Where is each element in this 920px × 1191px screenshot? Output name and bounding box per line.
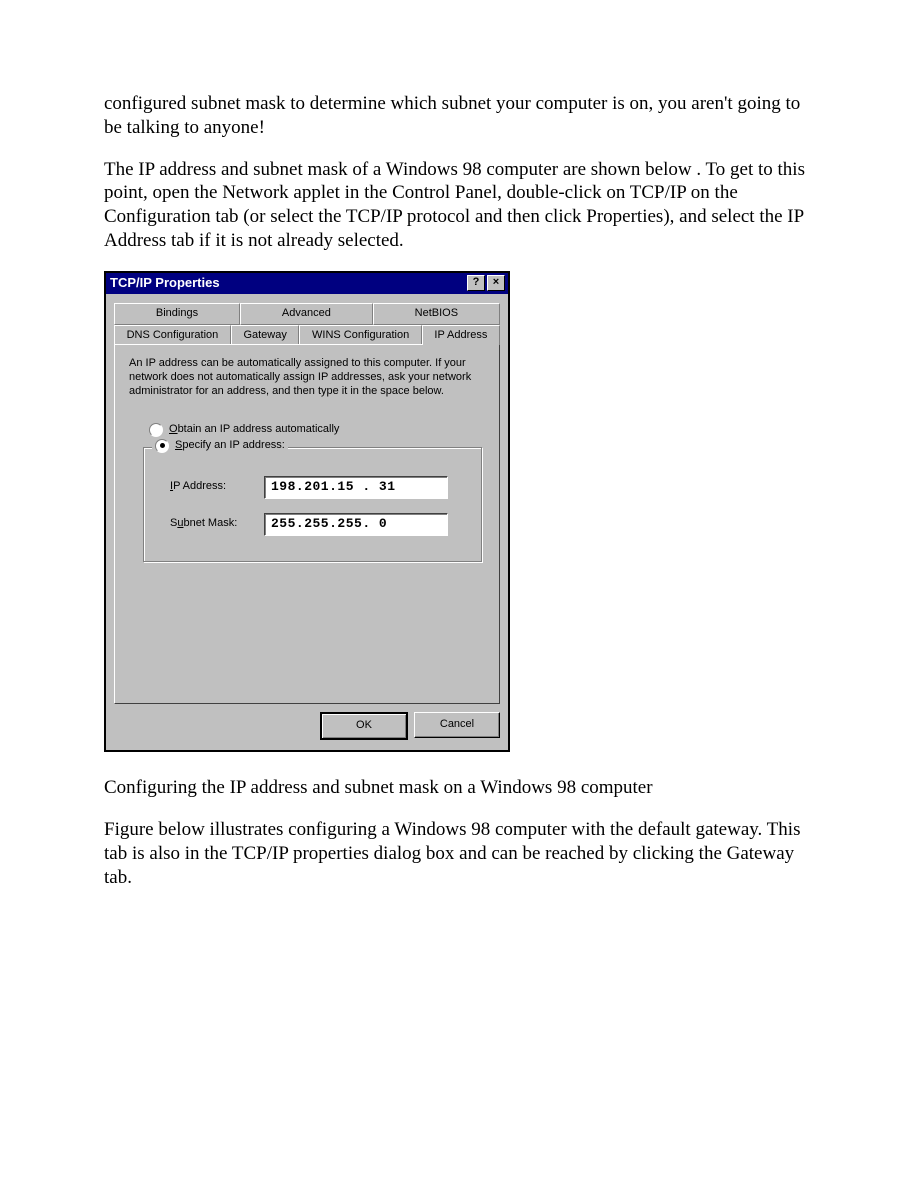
tab-row-top: Bindings Advanced NetBIOS — [114, 303, 500, 325]
close-button[interactable]: × — [487, 275, 505, 291]
body-paragraph-1: configured subnet mask to determine whic… — [104, 92, 816, 140]
tab-netbios[interactable]: NetBIOS — [373, 303, 500, 325]
dialog-button-row: OK Cancel — [114, 712, 500, 740]
radio-obtain-row: Obtain an IP address automatically — [149, 423, 485, 437]
cancel-button[interactable]: Cancel — [414, 712, 500, 738]
subnet-mask-row: Subnet Mask: 255.255.255. 0 — [170, 513, 466, 536]
tab-ip-address[interactable]: IP Address — [422, 325, 500, 346]
ok-button[interactable]: OK — [320, 712, 408, 740]
ip-address-label: IP Address: — [170, 480, 264, 494]
subnet-mask-label: Subnet Mask: — [170, 517, 264, 531]
tab-dns-configuration[interactable]: DNS Configuration — [114, 325, 231, 346]
subnet-mask-input[interactable]: 255.255.255. 0 — [264, 513, 448, 536]
radio-specify-label: Specify an IP address: — [175, 439, 285, 453]
figure-caption: Configuring the IP address and subnet ma… — [104, 776, 816, 800]
radio-specify-row: Specify an IP address: — [152, 439, 288, 453]
tab-advanced[interactable]: Advanced — [240, 303, 373, 325]
radio-obtain[interactable] — [149, 423, 163, 437]
dialog-body: Bindings Advanced NetBIOS DNS Configurat… — [106, 294, 508, 751]
radio-obtain-label: Obtain an IP address automatically — [169, 423, 339, 437]
dialog-title: TCP/IP Properties — [110, 275, 220, 291]
tab-gateway[interactable]: Gateway — [231, 325, 300, 346]
titlebar-buttons: ? × — [467, 275, 505, 291]
specify-groupbox: Specify an IP address: IP Address: 198.2… — [143, 447, 483, 563]
ip-address-input[interactable]: 198.201.15 . 31 — [264, 476, 448, 499]
dialog-titlebar: TCP/IP Properties ? × — [106, 273, 508, 294]
body-paragraph-3: Figure below illustrates configuring a W… — [104, 818, 816, 889]
panel-description: An IP address can be automatically assig… — [129, 357, 485, 398]
tab-wins-configuration[interactable]: WINS Configuration — [299, 325, 421, 346]
help-button[interactable]: ? — [467, 275, 485, 291]
radio-specify[interactable] — [155, 439, 169, 453]
ip-address-row: IP Address: 198.201.15 . 31 — [170, 476, 466, 499]
tab-bindings[interactable]: Bindings — [114, 303, 240, 325]
ip-address-panel: An IP address can be automatically assig… — [114, 344, 500, 704]
radio-dot-icon — [160, 443, 165, 448]
tab-row-bottom: DNS Configuration Gateway WINS Configura… — [114, 325, 500, 346]
body-paragraph-2: The IP address and subnet mask of a Wind… — [104, 158, 816, 253]
tcpip-properties-dialog: TCP/IP Properties ? × Bindings Advanced … — [104, 271, 510, 753]
